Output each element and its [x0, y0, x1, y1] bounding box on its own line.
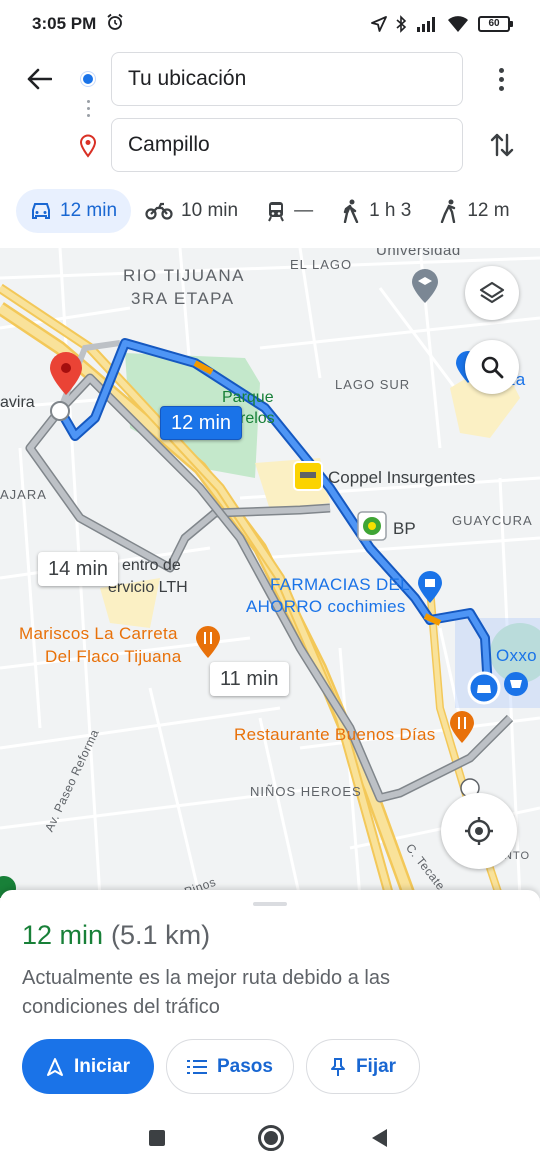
crosshair-icon — [465, 817, 493, 845]
walk-icon — [343, 199, 359, 223]
system-nav-bar — [0, 1105, 540, 1170]
layers-icon — [479, 281, 505, 304]
map-label: Oxxo — [496, 646, 537, 665]
origin-dot-icon — [81, 72, 95, 86]
map-label: FARMACIAS DEL — [270, 575, 410, 594]
status-time: 3:05 PM — [32, 14, 97, 33]
status-bar: 3:05 PM 60 — [0, 0, 540, 48]
route-time-label-alternative[interactable]: 14 min — [38, 552, 119, 586]
bluetooth-icon — [396, 15, 407, 33]
alarm-icon — [107, 13, 123, 30]
system-back-button[interactable] — [372, 1129, 387, 1147]
mode-label: 10 min — [181, 200, 239, 221]
map-view[interactable]: RIO TIJUANA 3RA ETAPA EL LAGO Universida… — [0, 248, 540, 898]
signal-icon — [417, 17, 435, 32]
location-arrow-icon — [371, 16, 387, 32]
start-button[interactable]: Iniciar — [22, 1039, 154, 1094]
map-label: avira — [0, 394, 35, 411]
mode-tab-walking[interactable]: 1 h 3 — [327, 189, 425, 233]
destination-input[interactable]: Campillo — [111, 118, 463, 172]
navigation-arrow-icon — [47, 1057, 63, 1076]
university-marker-icon — [412, 269, 438, 303]
steps-button[interactable]: Pasos — [166, 1039, 294, 1094]
oxxo-marker-icon — [504, 672, 528, 696]
map-label: LAGO SUR — [335, 377, 411, 392]
route-time-label-alternative[interactable]: 11 min — [210, 662, 289, 696]
steps-button-label: Pasos — [217, 1055, 273, 1077]
swap-vertical-icon — [490, 133, 514, 157]
more-options-button[interactable] — [486, 62, 516, 96]
map-label: Mariscos La Carreta — [19, 624, 178, 643]
motorcycle-icon — [145, 202, 173, 220]
search-icon — [481, 356, 504, 379]
pin-button-label: Fijar — [355, 1055, 397, 1077]
map-label: Parque — [222, 389, 274, 406]
map-label: EL LAGO — [290, 257, 353, 272]
map-label: Restaurante Buenos Días — [234, 725, 436, 744]
origin-input[interactable]: Tu ubicación — [111, 52, 463, 106]
arrow-back-icon — [27, 68, 52, 90]
mode-tab-transit[interactable]: — — [252, 189, 327, 233]
mode-tab-driving[interactable]: 12 min — [16, 189, 132, 233]
transit-icon — [268, 202, 284, 222]
map-label: Universidad — [376, 248, 461, 259]
mode-label: 1 h 3 — [369, 200, 412, 221]
back-button[interactable] — [22, 62, 56, 96]
pushpin-icon — [330, 1057, 345, 1076]
travel-mode-tabs: 12 min 10 min — 1 h 3 12 m — [16, 189, 540, 233]
pin-button[interactable]: Fijar — [306, 1039, 420, 1094]
mode-label: — — [294, 200, 314, 221]
mode-label: 12 m — [467, 200, 510, 221]
recents-button[interactable] — [149, 1130, 165, 1146]
route-summary-sheet[interactable]: 12 min (5.1 km) Actualmente es la mejor r… — [0, 890, 540, 1105]
restaurant-marker-icon — [450, 711, 474, 743]
coppel-marker-icon — [293, 461, 323, 491]
map-label: Coppel Insurgentes — [328, 468, 476, 487]
map-label: BP — [393, 519, 416, 538]
map-label: relos — [240, 410, 275, 427]
layers-button[interactable] — [465, 266, 519, 320]
list-icon — [187, 1059, 207, 1074]
map-label: entro de — [122, 557, 181, 574]
mode-tab-bicycle[interactable]: 12 m — [425, 189, 523, 233]
start-button-label: Iniciar — [74, 1055, 130, 1077]
map-label: GUAYCURA — [452, 513, 533, 528]
mode-label: 12 min — [60, 200, 118, 221]
map-label: NIÑOS HEROES — [250, 784, 362, 799]
map-label: AHORRO cochimies — [246, 597, 406, 616]
map-label: RIO TIJUANA — [123, 266, 245, 285]
swap-button[interactable] — [486, 128, 518, 162]
map-label: 3RA ETAPA — [131, 289, 235, 308]
route-description: Actualmente es la mejor ruta debido a la… — [22, 967, 390, 1018]
car-icon — [32, 203, 50, 219]
map-label: ervicio LTH — [108, 579, 188, 596]
route-connector — [86, 100, 90, 122]
route-time-label-primary[interactable]: 12 min — [160, 406, 243, 440]
route-duration: 12 min — [22, 920, 104, 950]
my-location-button[interactable] — [441, 793, 517, 869]
route-summary: 12 min (5.1 km) — [22, 920, 210, 951]
route-distance: (5.1 km) — [111, 920, 211, 950]
map-label: Del Flaco Tijuana — [45, 647, 182, 666]
destination-pin-icon — [79, 134, 97, 158]
home-button[interactable] — [258, 1125, 284, 1151]
action-buttons: Iniciar Pasos Fijar — [22, 1039, 420, 1095]
restaurant-marker-icon — [196, 626, 220, 658]
bike-icon — [441, 199, 456, 223]
wifi-icon — [448, 15, 468, 32]
battery-icon: 60 — [478, 16, 513, 32]
pharmacy-marker-icon — [418, 571, 442, 603]
search-along-route-button[interactable] — [465, 340, 519, 394]
gas-station-marker-icon — [357, 511, 387, 541]
map-label: AJARA — [0, 487, 47, 502]
sheet-drag-handle[interactable] — [253, 902, 287, 906]
mode-tab-motorcycle[interactable]: 10 min — [131, 189, 252, 233]
current-location-car-icon — [467, 671, 501, 705]
